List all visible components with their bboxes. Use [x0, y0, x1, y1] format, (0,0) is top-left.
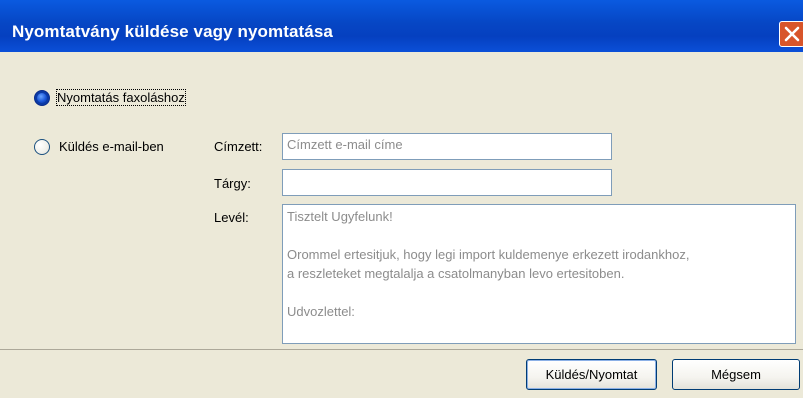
email-option-label[interactable]: Küldés e-mail-ben [59, 139, 164, 154]
email-radio[interactable] [34, 139, 50, 155]
close-button[interactable] [779, 21, 803, 47]
cancel-button[interactable]: Mégsem [672, 359, 800, 390]
radio-selected-dot [37, 93, 47, 103]
window-title: Nyomtatvány küldése vagy nyomtatása [12, 22, 333, 41]
recipient-label: Címzett: [214, 139, 263, 154]
send-print-button[interactable]: Küldés/Nyomtat [526, 359, 657, 390]
dialog-window: Nyomtatvány küldése vagy nyomtatása Nyom… [0, 0, 803, 398]
fax-option-label[interactable]: Nyomtatás faxoláshoz [56, 89, 186, 106]
message-label: Levél: [214, 210, 249, 225]
cancel-button-label: Mégsem [711, 367, 761, 382]
divider [0, 349, 803, 350]
subject-input[interactable] [282, 169, 612, 196]
subject-label: Tárgy: [214, 176, 251, 191]
title-bar[interactable]: Nyomtatvány küldése vagy nyomtatása [0, 0, 803, 52]
fax-radio[interactable] [34, 90, 50, 106]
recipient-placeholder: Címzett e-mail címe [287, 137, 403, 152]
send-print-button-label: Küldés/Nyomtat [545, 367, 638, 382]
message-textarea[interactable]: Tisztelt Ugyfelunk! Orommel ertesitjuk, … [282, 204, 796, 344]
recipient-input[interactable]: Címzett e-mail címe [282, 133, 612, 160]
